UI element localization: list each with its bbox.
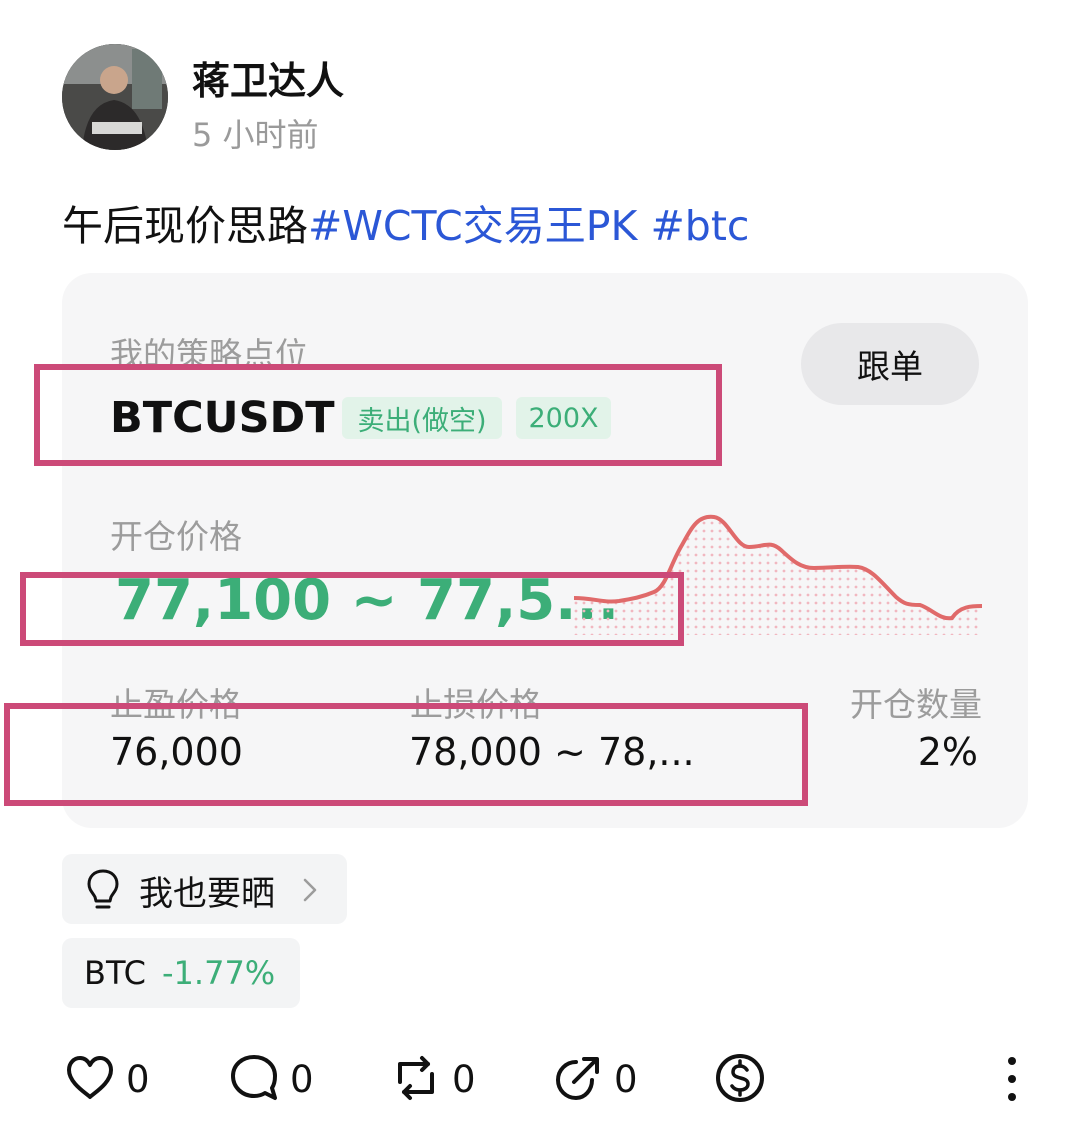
share-button[interactable]: 0 — [552, 1052, 652, 1106]
share-mine-label: 我也要晒 — [139, 874, 275, 914]
ticker-change: -1.77% — [162, 954, 276, 992]
share-icon — [555, 1057, 599, 1101]
author-name[interactable]: 蒋卫达人 — [192, 50, 344, 105]
post-text: 午后现价思路#WCTC交易王PK #btc — [62, 192, 749, 252]
hashtag-btc[interactable]: #btc — [650, 202, 749, 250]
tip-button[interactable] — [714, 1052, 766, 1106]
heart-icon — [67, 1056, 113, 1099]
post-body: 午后现价思路 — [62, 202, 308, 250]
dollar-coin-icon — [716, 1054, 764, 1102]
avatar[interactable] — [62, 44, 168, 150]
more-options-button[interactable] — [1000, 1052, 1024, 1106]
repost-button[interactable]: 0 — [390, 1052, 490, 1106]
ticker-symbol: BTC — [84, 954, 146, 992]
repost-count: 0 — [452, 1058, 476, 1101]
highlight-box-tp-sl — [4, 703, 808, 806]
position-size-value: 2% — [917, 730, 978, 774]
ticker-chip[interactable]: BTC -1.77% — [62, 938, 300, 1008]
share-count: 0 — [614, 1058, 638, 1101]
lightbulb-icon — [87, 869, 119, 909]
highlight-box-pair — [34, 364, 722, 466]
comment-button[interactable]: 0 — [228, 1052, 328, 1106]
position-size-label: 开仓数量 — [850, 685, 982, 724]
repost-icon — [398, 1056, 434, 1100]
hashtag-wctc[interactable]: #WCTC交易王PK — [308, 202, 637, 250]
like-button[interactable]: 0 — [64, 1052, 164, 1106]
chevron-right-icon — [303, 878, 317, 902]
share-mine-button[interactable]: 我也要晒 — [62, 854, 347, 924]
post-time: 5 小时前 — [192, 116, 319, 154]
comment-count: 0 — [290, 1058, 314, 1101]
open-price-label: 开仓价格 — [110, 517, 242, 556]
comment-icon — [231, 1055, 277, 1100]
avatar-image — [62, 44, 168, 150]
follow-order-button[interactable]: 跟单 — [801, 323, 979, 405]
highlight-box-open-price — [20, 572, 684, 646]
more-vertical-icon — [1008, 1057, 1016, 1101]
like-count: 0 — [126, 1058, 150, 1101]
